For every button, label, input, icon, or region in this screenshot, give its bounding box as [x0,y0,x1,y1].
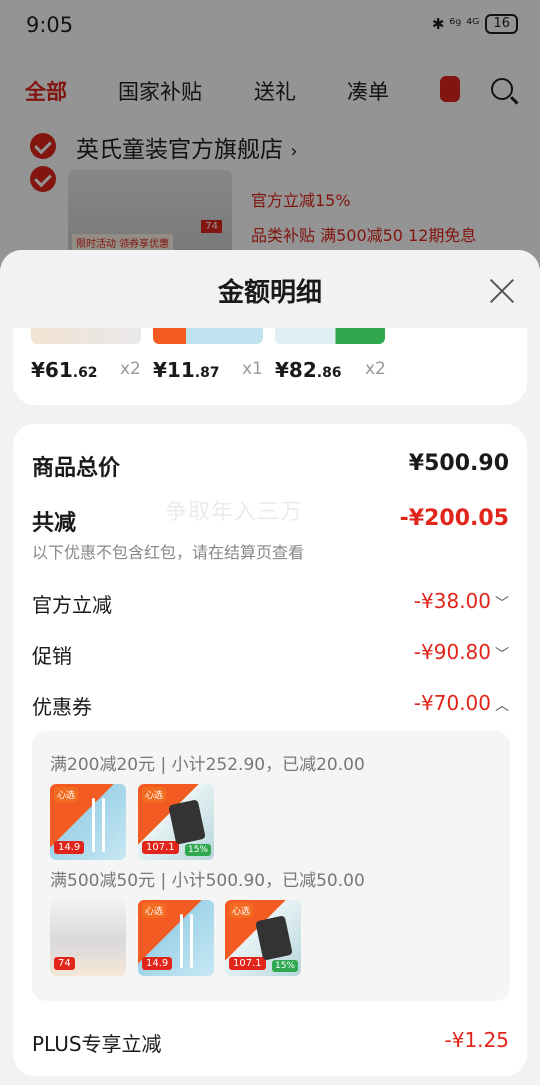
product-price-tag: 14.9 [142,957,173,970]
items-summary-card: ¥61.62 x2 ¥11.87 x1 ¥82.86 x2 [13,328,527,405]
plus-discount-value: -¥1.25 [444,1028,509,1052]
chevron-down-icon: ﹀ [495,596,509,612]
item-thumb [275,328,385,344]
coupon-label: 优惠券 [32,695,92,719]
product-discount-badge: 15% [184,844,211,856]
watermark-text: 争取年入三万 [165,500,304,525]
item-quantity: x1 [242,359,263,379]
product-price-tag: 74 [54,957,75,970]
item-quantity: x2 [365,359,386,379]
product-price-tag: 14.9 [54,841,85,854]
product-tag: 心选 [229,903,254,918]
coupon-product-kidswear[interactable]: 74 [50,900,126,976]
item-quantity: x2 [120,359,141,379]
chevron-up-icon: ︿ [495,698,509,714]
total-value: ¥500.90 [408,451,509,476]
product-price-tag: 107.1 [142,841,179,854]
product-tag: 心选 [54,787,79,802]
product-tag: 心选 [142,787,167,802]
coupon-product-charger[interactable]: 心选 107.1 15% [138,784,214,860]
coupon-detail-box: 满200减20元 | 小计252.90，已减20.00 心选 14.9 心选 1… [32,731,510,1001]
official-discount-row[interactable]: -¥38.00 ﹀ [414,589,509,613]
coupon-line: 满200减20元 | 小计252.90，已减20.00 [50,755,365,775]
item-price: ¥61.62 [31,358,98,382]
plus-discount-label: PLUS专享立减 [32,1032,162,1056]
sheet-title: 金额明细 [217,278,322,308]
item-thumb [153,328,263,344]
promotion-row[interactable]: -¥90.80 ﹀ [414,640,509,664]
coupon-product-charger[interactable]: 心选 107.1 15% [225,900,301,976]
chevron-down-icon: ﹀ [495,647,509,663]
product-price-tag: 107.1 [229,957,266,970]
price-breakdown-card: 争取年入三万 商品总价 ¥500.90 共减 -¥200.05 以下优惠不包含红… [13,424,527,1076]
coupon-row[interactable]: -¥70.00 ︿ [414,691,509,715]
amount-detail-sheet: ¥61.62 x2 ¥11.87 x1 ¥82.86 x2 金额明细 争取年入三… [0,250,540,1085]
product-tag: 心选 [142,903,167,918]
official-discount-label: 官方立减 [32,593,112,617]
coupon-product-cable[interactable]: 心选 14.9 [138,900,214,976]
discount-label: 共减 [32,511,77,536]
discount-value: -¥200.05 [399,506,509,531]
item-price: ¥11.87 [153,358,220,382]
item-price: ¥82.86 [275,358,342,382]
promotion-label: 促销 [32,644,72,668]
product-discount-badge: 15% [271,960,298,972]
discount-hint: 以下优惠不包含红包，请在结算页查看 [32,543,305,562]
close-icon[interactable] [488,277,516,305]
total-label: 商品总价 [32,456,121,481]
sheet-header: 金额明细 [0,250,540,328]
item-thumb [31,328,141,344]
coupon-line: 满500减50元 | 小计500.90，已减50.00 [50,871,365,891]
coupon-product-cable[interactable]: 心选 14.9 [50,784,126,860]
